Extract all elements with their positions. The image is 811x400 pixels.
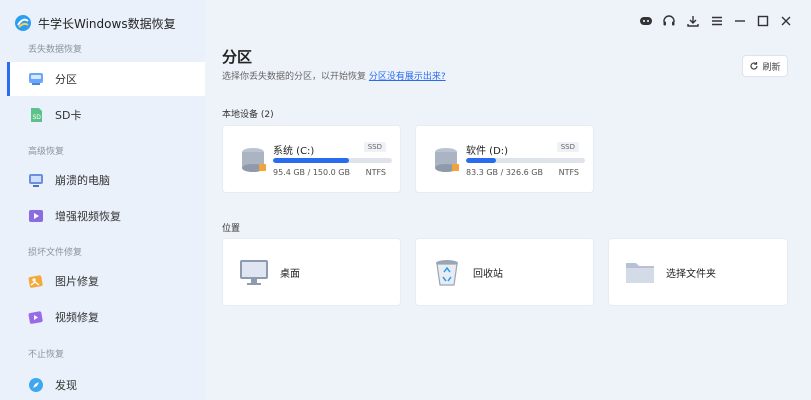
sidebar-item-label: 图片修复	[55, 275, 99, 288]
photo-repair-icon	[28, 275, 43, 288]
drive-card-c[interactable]: 系统 (C:) SSD 95.4 GB / 150.0 GB NTFS	[222, 125, 401, 193]
section-label-more: 不止恢复	[28, 350, 65, 360]
usage-bar	[466, 158, 585, 163]
page-title: 分区	[222, 48, 253, 66]
video-repair-icon	[28, 311, 43, 324]
recycle-bin-icon	[436, 260, 458, 286]
sidebar-item-label: 增强视频恢复	[55, 210, 121, 223]
minimize-icon[interactable]	[732, 13, 748, 29]
maximize-icon[interactable]	[755, 13, 771, 29]
local-devices-label: 本地设备 (2)	[222, 110, 274, 120]
refresh-label: 刷新	[762, 62, 781, 73]
ssd-badge: SSD	[363, 142, 386, 152]
usage-bar-fill	[273, 158, 349, 163]
location-desktop[interactable]: 桌面	[222, 238, 401, 306]
svg-text:SD: SD	[33, 114, 42, 121]
sidebar-item-video-repair[interactable]: 视频修复	[7, 300, 205, 334]
location-label: 回收站	[473, 268, 503, 280]
partition-missing-link[interactable]: 分区没有展示出来?	[369, 72, 446, 82]
discover-icon	[29, 378, 43, 392]
usage-bar	[273, 158, 392, 163]
feedback-icon[interactable]	[638, 13, 654, 29]
sidebar-item-video-recovery[interactable]: 增强视频恢复	[7, 199, 205, 233]
sidebar: 牛学长Windows数据恢复 丢失数据恢复 分区 SD SD卡 高级恢复 崩溃的…	[0, 0, 205, 400]
subtitle-text: 选择你丢失数据的分区，以开始恢复	[222, 72, 367, 82]
main-panel: 分区 选择你丢失数据的分区，以开始恢复 分区没有展示出来? 刷新 本地设备 (2…	[205, 0, 811, 400]
menu-icon[interactable]	[709, 13, 725, 29]
sidebar-item-label: 崩溃的电脑	[55, 174, 110, 187]
sidebar-item-photo-repair[interactable]: 图片修复	[7, 264, 205, 298]
desktop-icon	[240, 260, 268, 285]
hard-drive-icon	[242, 148, 266, 172]
page-subtitle: 选择你丢失数据的分区，以开始恢复 分区没有展示出来?	[222, 69, 446, 82]
support-headset-icon[interactable]	[661, 13, 677, 29]
download-icon[interactable]	[685, 13, 701, 29]
sidebar-item-discover[interactable]: 发现	[7, 368, 205, 400]
hard-drive-icon	[435, 148, 459, 172]
close-icon[interactable]	[778, 13, 794, 29]
drive-usage: 83.3 GB / 326.6 GB	[466, 168, 543, 177]
drive-filesystem: NTFS	[558, 168, 579, 177]
location-recycle-bin[interactable]: 回收站	[415, 238, 594, 306]
partition-icon	[29, 73, 43, 85]
location-label: 选择文件夹	[666, 268, 716, 280]
sidebar-item-crashed-pc[interactable]: 崩溃的电脑	[7, 163, 205, 197]
location-select-folder[interactable]: 选择文件夹	[608, 238, 788, 306]
drive-name: 系统 (C:)	[273, 146, 315, 157]
app-title: 牛学长Windows数据恢复	[14, 12, 176, 34]
section-label-lost-data: 丢失数据恢复	[28, 45, 83, 55]
drive-usage: 95.4 GB / 150.0 GB	[273, 168, 350, 177]
sd-card-icon: SD	[31, 108, 42, 122]
sidebar-item-partition[interactable]: 分区	[7, 62, 205, 96]
drive-name: 软件 (D:)	[466, 146, 509, 157]
app-logo-icon	[15, 15, 31, 31]
folder-icon	[626, 263, 654, 283]
drive-card-d[interactable]: 软件 (D:) SSD 83.3 GB / 326.6 GB NTFS	[415, 125, 594, 193]
drive-filesystem: NTFS	[365, 168, 386, 177]
video-recovery-icon	[29, 210, 43, 222]
crashed-pc-icon	[29, 174, 43, 187]
section-label-repair: 损坏文件修复	[28, 248, 83, 258]
sidebar-item-sd-card[interactable]: SD SD卡	[7, 98, 205, 132]
sidebar-item-label: 发现	[55, 379, 77, 392]
sidebar-item-label: 视频修复	[55, 311, 99, 324]
location-label: 桌面	[280, 268, 300, 280]
usage-bar-fill	[466, 158, 497, 163]
ssd-badge: SSD	[556, 142, 579, 152]
refresh-icon	[750, 62, 759, 70]
sidebar-item-label: SD卡	[55, 109, 82, 122]
locations-label: 位置	[222, 224, 241, 234]
section-label-advanced: 高级恢复	[28, 147, 65, 157]
sidebar-item-label: 分区	[55, 73, 77, 86]
app-title-text: 牛学长Windows数据恢复	[38, 16, 176, 31]
refresh-button[interactable]: 刷新	[742, 55, 788, 77]
